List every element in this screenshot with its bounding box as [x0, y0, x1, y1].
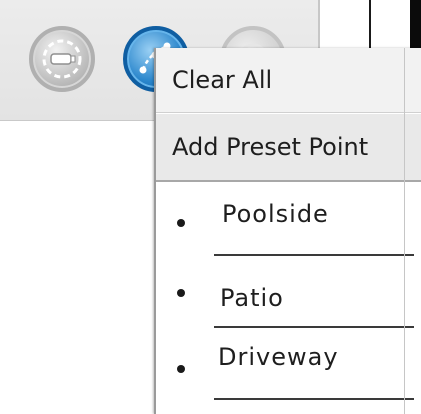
add-preset-point-menu-item[interactable]: Add Preset Point — [156, 114, 421, 182]
background-divider — [369, 0, 371, 48]
preset-dropdown-menu: Clear All Add Preset Point Poolside Pati… — [154, 48, 421, 414]
preset-item-patio[interactable]: Patio — [156, 268, 421, 328]
background-edge — [410, 0, 421, 48]
underline — [214, 398, 414, 400]
underline — [214, 326, 414, 328]
bullet-icon — [177, 219, 185, 227]
preset-label: Poolside — [222, 200, 329, 228]
app-window: Clear All Add Preset Point Poolside Pati… — [0, 0, 421, 414]
preset-item-driveway[interactable]: Driveway — [156, 336, 421, 400]
preset-label: Patio — [220, 284, 284, 312]
clear-all-menu-item[interactable]: Clear All — [156, 48, 421, 113]
menu-right-edge — [404, 48, 405, 414]
camera-locate-icon — [39, 36, 85, 82]
locate-button[interactable] — [29, 26, 95, 92]
bullet-icon — [177, 365, 185, 373]
preset-item-poolside[interactable]: Poolside — [156, 194, 421, 256]
bullet-icon — [177, 289, 185, 297]
preset-label: Driveway — [218, 343, 339, 371]
underline — [214, 254, 414, 256]
